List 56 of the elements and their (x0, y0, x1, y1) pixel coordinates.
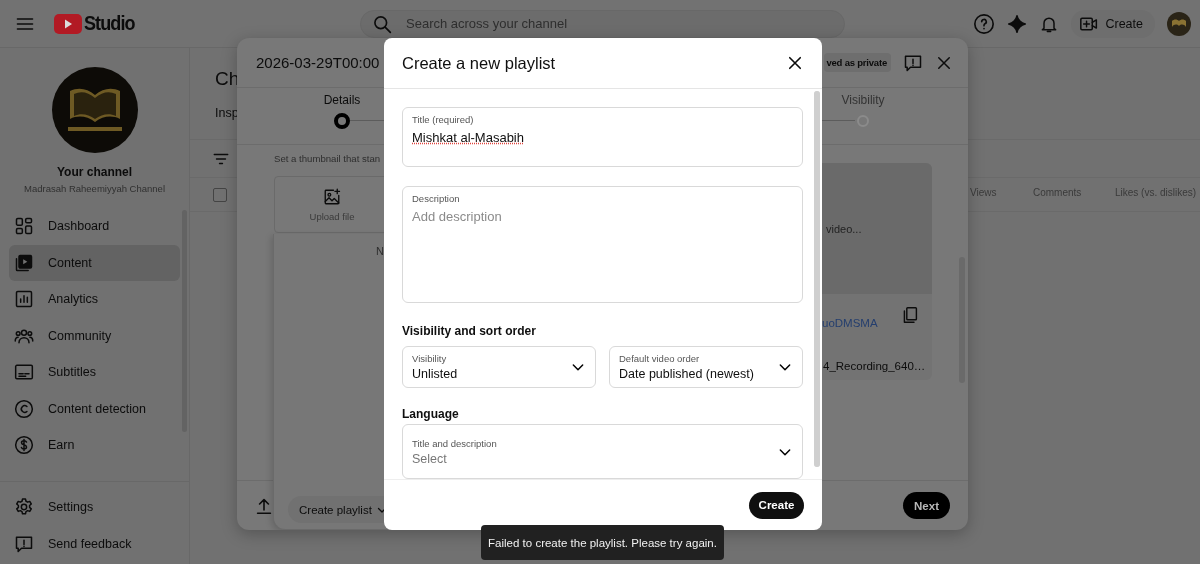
channel-name: Madrasah Raheemiyyah Channel (24, 183, 165, 194)
title-field[interactable]: Title (required) Mishkat al-Masabih (402, 107, 803, 167)
create-button[interactable]: Create (1071, 9, 1155, 38)
description-field[interactable]: Description Add description (402, 186, 803, 303)
video-link[interactable]: uoDMSMA (822, 317, 878, 329)
channel-avatar[interactable] (51, 67, 138, 153)
step-label[interactable]: Visibility (841, 93, 885, 107)
nav-item[interactable]: Earn (9, 427, 180, 464)
dialog-title: 2026-03-29T00:00 (256, 54, 380, 71)
status-badge: ved as private (824, 53, 891, 72)
help-icon[interactable] (973, 12, 996, 35)
search-bar[interactable]: Search across your channel (360, 9, 845, 38)
section-heading: Visibility and sort order (402, 324, 537, 340)
dashboard-icon (14, 216, 34, 237)
settings-icon (14, 497, 34, 518)
bar-chart-icon (14, 289, 34, 310)
nav-item[interactable]: Analytics (9, 281, 180, 318)
panel-text: N (376, 245, 384, 257)
sparkle-icon[interactable] (1007, 13, 1028, 34)
dollar-icon (14, 435, 34, 456)
image-plus-icon (323, 187, 341, 206)
search-icon (372, 13, 392, 34)
section-heading: Language (402, 407, 460, 423)
channel-label: Your channel (56, 165, 133, 179)
tile-label: Upload file (309, 210, 355, 222)
create-button[interactable]: Create (749, 491, 804, 519)
checkbox[interactable] (213, 187, 227, 202)
nav-item[interactable]: Subtitles (9, 354, 180, 391)
logo-text[interactable]: Studio (84, 12, 135, 35)
step-label[interactable]: Details (323, 93, 361, 107)
toast-message: Failed to create the playlist. Please try again. (481, 525, 724, 560)
upload-icon[interactable] (256, 496, 272, 515)
search-field[interactable]: Search across your channel (404, 15, 804, 32)
video-stack-icon (14, 252, 34, 273)
avatar[interactable] (1167, 11, 1191, 36)
hint-text: Set a thumbnail that stan (274, 153, 382, 164)
nav-item[interactable]: Dashboard (9, 208, 180, 245)
nav-item[interactable]: Send feedback (9, 525, 180, 562)
step-dot[interactable] (334, 113, 350, 129)
file-name: 4_Recording_640… (823, 360, 927, 372)
nav-item[interactable]: Settings (9, 489, 180, 526)
dropdown[interactable]: Visibility Unlisted (402, 346, 596, 388)
title-input[interactable]: Mishkat al-Masabih (412, 130, 793, 145)
copyright-icon (14, 398, 34, 419)
description-input[interactable]: Add description (412, 209, 793, 296)
dropdown[interactable]: Title and description Select (402, 424, 803, 479)
play-logo-icon[interactable] (54, 13, 82, 34)
next-button[interactable]: Next (903, 492, 950, 519)
dropdown[interactable]: Default video order Date published (newest) (609, 346, 803, 388)
nav-item[interactable]: Community (9, 317, 180, 354)
copy-icon[interactable] (902, 306, 918, 324)
dialog-title: Create a new playlist (402, 53, 556, 73)
nav-item[interactable]: Content detection (9, 390, 180, 427)
scrollbar[interactable] (814, 91, 820, 467)
close-icon[interactable] (786, 54, 804, 72)
nav-item[interactable]: Content (9, 244, 180, 281)
